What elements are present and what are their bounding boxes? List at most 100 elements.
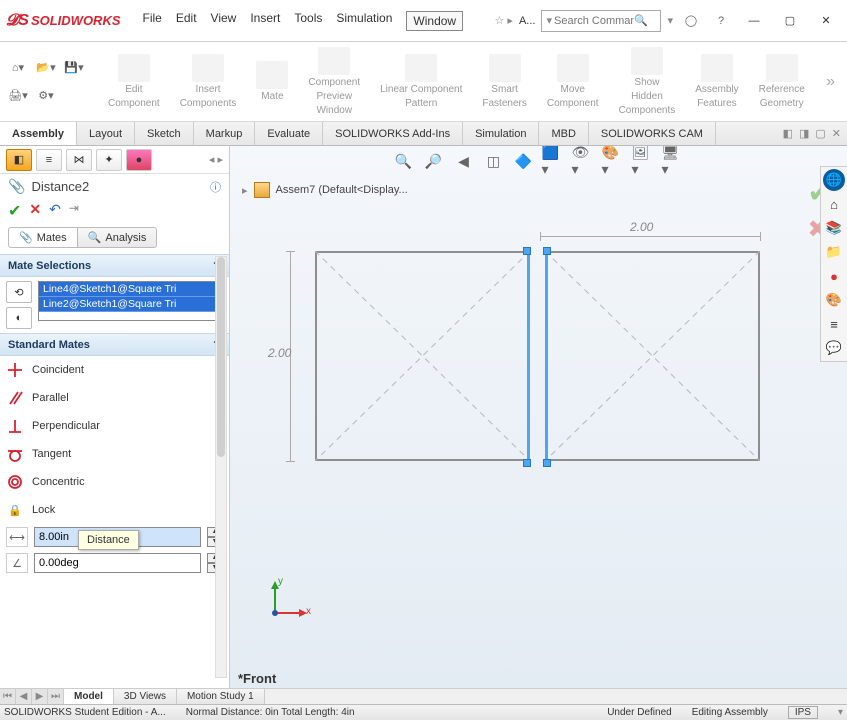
- property-help-icon[interactable]: ⓘ: [210, 179, 221, 195]
- tab-nav-next[interactable]: ▶: [32, 689, 48, 704]
- maximize-button[interactable]: ▢: [775, 9, 805, 33]
- menu-view[interactable]: View: [211, 11, 237, 31]
- file-explorer-icon[interactable]: 📚: [823, 217, 845, 239]
- forum-icon[interactable]: 💬: [823, 337, 845, 359]
- bottom-tab-motion[interactable]: Motion Study 1: [177, 689, 265, 704]
- search-icon[interactable]: 🔍: [634, 14, 648, 27]
- menu-edit[interactable]: Edit: [176, 11, 197, 31]
- handle-tr[interactable]: [543, 247, 551, 255]
- ribbon-reference-geometry[interactable]: ReferenceGeometry: [751, 54, 813, 110]
- selected-line-1[interactable]: [527, 249, 530, 463]
- tab-cam[interactable]: SOLIDWORKS CAM: [589, 122, 716, 145]
- menu-insert[interactable]: Insert: [250, 11, 280, 31]
- tab-mbd[interactable]: MBD: [539, 122, 588, 145]
- display-style-icon[interactable]: 🟦▾: [542, 150, 566, 172]
- scrollbar-thumb[interactable]: [217, 257, 225, 457]
- properties-icon[interactable]: ≡: [823, 313, 845, 335]
- property-scrollbar[interactable]: [215, 256, 227, 678]
- ribbon-mate[interactable]: Mate: [248, 61, 296, 103]
- status-chev-icon[interactable]: ▾: [838, 707, 843, 718]
- angle-input[interactable]: [34, 553, 201, 573]
- zoom-fit-icon[interactable]: 🔍: [392, 150, 416, 172]
- prev-view-icon[interactable]: ◀: [452, 150, 476, 172]
- pin-button[interactable]: ⇥: [69, 201, 79, 221]
- dim-vertical[interactable]: 2.00: [268, 346, 291, 360]
- selection-filter-2[interactable]: ◐: [6, 307, 32, 329]
- display-manager-tab[interactable]: ●: [126, 149, 152, 171]
- dropdown-icon[interactable]: ▾: [667, 14, 673, 27]
- menu-file[interactable]: File: [143, 11, 162, 31]
- panel-close-icon[interactable]: ✕: [832, 127, 841, 140]
- ribbon-component-preview[interactable]: ComponentPreviewWindow: [300, 47, 368, 117]
- sub-tab-analysis[interactable]: 🔍Analysis: [78, 227, 158, 248]
- handle-br[interactable]: [543, 459, 551, 467]
- search-input[interactable]: [554, 15, 634, 27]
- undo-button[interactable]: ↶: [49, 201, 61, 221]
- apply-scene-icon[interactable]: 🖼▾: [632, 150, 656, 172]
- cancel-button[interactable]: ✕: [29, 201, 41, 221]
- view-orient-icon[interactable]: 🔷: [512, 150, 536, 172]
- angle-icon[interactable]: ∠: [6, 553, 28, 573]
- orientation-triad[interactable]: y x: [260, 578, 310, 628]
- ok-button[interactable]: ✔: [8, 201, 21, 221]
- settings-icon[interactable]: ⚙▾: [34, 84, 58, 108]
- save-icon[interactable]: 💾▾: [62, 56, 86, 80]
- print-icon[interactable]: 🖨▾: [6, 84, 30, 108]
- design-library-icon[interactable]: ⌂: [823, 193, 845, 215]
- selection-filter-1[interactable]: ⟲: [6, 281, 32, 303]
- tab-nav-first[interactable]: ⏮: [0, 689, 16, 704]
- command-search[interactable]: ▾ 🔍: [541, 10, 661, 32]
- tab-nav-last[interactable]: ⏭: [48, 689, 64, 704]
- selection-list[interactable]: Line4@Sketch1@Square Tri Line2@Sketch1@S…: [38, 281, 223, 321]
- ribbon-assembly-features[interactable]: AssemblyFeatures: [687, 54, 746, 110]
- mate-tangent[interactable]: Tangent: [0, 440, 229, 468]
- bottom-tab-model[interactable]: Model: [64, 689, 114, 704]
- edit-appearance-icon[interactable]: 🎨▾: [602, 150, 626, 172]
- manager-tabs-nav[interactable]: ◂ ▸: [209, 153, 223, 166]
- dimxpert-tab[interactable]: ✦: [96, 149, 122, 171]
- dim-horizontal[interactable]: 2.00: [630, 220, 653, 234]
- panel-left-icon[interactable]: ◧: [783, 127, 793, 140]
- home-icon[interactable]: ⌂▾: [6, 56, 30, 80]
- graphics-viewport[interactable]: 🔍 🔎 ◀ ◫ 🔷 🟦▾ 👁▾ 🎨▾ 🖼▾ 🖥▾ ▸ Assem7 (Defau…: [230, 146, 847, 688]
- section-view-icon[interactable]: ◫: [482, 150, 506, 172]
- minimize-button[interactable]: —: [739, 9, 769, 33]
- mate-lock[interactable]: 🔒Lock: [0, 496, 229, 524]
- ribbon-show-hidden[interactable]: ShowHiddenComponents: [611, 47, 684, 117]
- tab-layout[interactable]: Layout: [77, 122, 135, 145]
- distance-icon[interactable]: ⟷: [6, 527, 28, 547]
- standard-mates-header[interactable]: Standard Mates ⌃: [0, 333, 229, 356]
- panel-right-icon[interactable]: ◨: [799, 127, 809, 140]
- feature-manager-tab[interactable]: ◧: [6, 149, 32, 171]
- mate-selections-header[interactable]: Mate Selections ⌃: [0, 254, 229, 277]
- view-palette-icon[interactable]: 📁: [823, 241, 845, 263]
- status-units[interactable]: IPS: [788, 706, 818, 719]
- sub-tab-mates[interactable]: 📎Mates: [8, 227, 78, 248]
- ribbon-linear-pattern[interactable]: Linear ComponentPattern: [372, 54, 470, 110]
- ribbon-move-component[interactable]: MoveComponent: [539, 54, 607, 110]
- hide-show-icon[interactable]: 👁▾: [572, 150, 596, 172]
- tab-assembly[interactable]: Assembly: [0, 122, 77, 145]
- close-button[interactable]: ✕: [811, 9, 841, 33]
- config-manager-tab[interactable]: ⋈: [66, 149, 92, 171]
- menu-window[interactable]: Window: [406, 11, 463, 31]
- ribbon-overflow-icon[interactable]: »: [820, 73, 841, 91]
- ribbon-smart-fasteners[interactable]: SmartFasteners: [474, 54, 534, 110]
- appearances-icon[interactable]: ●: [823, 265, 845, 287]
- assembly-name[interactable]: Assem7 (Default<Display...: [276, 184, 408, 196]
- star-icon[interactable]: ☆ ▸: [495, 14, 513, 27]
- panel-maximize-icon[interactable]: ▢: [815, 127, 825, 140]
- mate-parallel[interactable]: Parallel: [0, 384, 229, 412]
- distance-input[interactable]: [34, 527, 201, 547]
- user-icon[interactable]: ◯: [679, 9, 703, 33]
- sw-resources-icon[interactable]: 🌐: [823, 169, 845, 191]
- tab-simulation[interactable]: Simulation: [463, 122, 539, 145]
- open-icon[interactable]: 📂▾: [34, 56, 58, 80]
- property-manager-tab[interactable]: ≡: [36, 149, 62, 171]
- ribbon-insert-components[interactable]: InsertComponents: [172, 54, 245, 110]
- help-icon[interactable]: ?: [709, 9, 733, 33]
- handle-bl[interactable]: [523, 459, 531, 467]
- tab-sketch[interactable]: Sketch: [135, 122, 194, 145]
- view-settings-icon[interactable]: 🖥▾: [662, 150, 686, 172]
- handle-tl[interactable]: [523, 247, 531, 255]
